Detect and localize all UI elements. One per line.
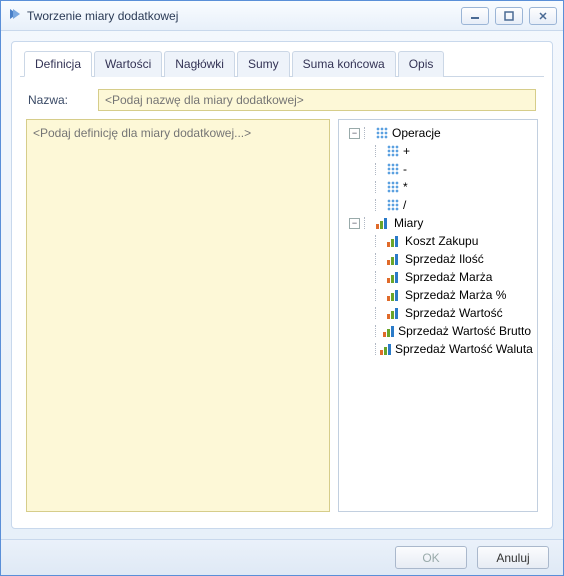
tab-headers[interactable]: Nagłówki bbox=[164, 51, 235, 77]
tab-sums[interactable]: Sumy bbox=[237, 51, 290, 77]
tree-pane[interactable]: − Operacje + - * / − Miary K bbox=[338, 119, 538, 512]
tree-node-op[interactable]: * bbox=[341, 178, 535, 196]
tab-strip: Definicja Wartości Nagłówki Sumy Suma ko… bbox=[20, 50, 544, 77]
tree-node-measure[interactable]: Sprzedaż Marża % bbox=[341, 286, 535, 304]
tree-node-operations[interactable]: − Operacje bbox=[341, 124, 535, 142]
operator-icon bbox=[387, 163, 399, 175]
tree-label: Sprzedaż Wartość bbox=[405, 304, 503, 322]
tree-node-measure[interactable]: Sprzedaż Wartość Waluta bbox=[341, 340, 535, 358]
collapse-icon[interactable]: − bbox=[349, 218, 360, 229]
measure-icon bbox=[387, 307, 401, 319]
tree-label: * bbox=[403, 178, 408, 196]
tab-body: Nazwa: − Operacje + - * / bbox=[20, 77, 544, 518]
close-button[interactable] bbox=[529, 7, 557, 25]
tab-definition[interactable]: Definicja bbox=[24, 51, 92, 77]
dialog-window: Tworzenie miary dodatkowej Definicja War… bbox=[0, 0, 564, 576]
window-title: Tworzenie miary dodatkowej bbox=[27, 9, 461, 23]
definition-textarea[interactable] bbox=[26, 119, 330, 512]
maximize-button[interactable] bbox=[495, 7, 523, 25]
operator-icon bbox=[387, 181, 399, 193]
tree-label: Operacje bbox=[392, 124, 441, 142]
tree-label: Sprzedaż Wartość Brutto bbox=[398, 322, 531, 340]
tree-node-measures[interactable]: − Miary bbox=[341, 214, 535, 232]
minimize-button[interactable] bbox=[461, 7, 489, 25]
split-area: − Operacje + - * / − Miary K bbox=[26, 119, 538, 512]
titlebar: Tworzenie miary dodatkowej bbox=[1, 1, 563, 31]
tree-label: - bbox=[403, 160, 407, 178]
measure-icon bbox=[383, 325, 394, 337]
operator-icon bbox=[387, 199, 399, 211]
tree-node-measure[interactable]: Sprzedaż Wartość bbox=[341, 304, 535, 322]
tree-node-measure[interactable]: Sprzedaż Wartość Brutto bbox=[341, 322, 535, 340]
ok-button[interactable]: OK bbox=[395, 546, 467, 569]
measures-icon bbox=[376, 217, 390, 229]
operator-icon bbox=[387, 145, 399, 157]
tree-label: Sprzedaż Ilość bbox=[405, 250, 484, 268]
tree-node-op[interactable]: + bbox=[341, 142, 535, 160]
measure-icon bbox=[387, 253, 401, 265]
tree-node-op[interactable]: / bbox=[341, 196, 535, 214]
measure-icon bbox=[380, 343, 391, 355]
measure-icon bbox=[387, 235, 401, 247]
tab-final-sum[interactable]: Suma końcowa bbox=[292, 51, 396, 77]
cancel-button[interactable]: Anuluj bbox=[477, 546, 549, 569]
tab-values[interactable]: Wartości bbox=[94, 51, 162, 77]
collapse-icon[interactable]: − bbox=[349, 128, 360, 139]
measure-icon bbox=[387, 289, 401, 301]
name-row: Nazwa: bbox=[26, 89, 538, 111]
measure-icon bbox=[387, 271, 401, 283]
window-controls bbox=[461, 7, 557, 25]
tree-node-measure[interactable]: Sprzedaż Ilość bbox=[341, 250, 535, 268]
tree-label: Koszt Zakupu bbox=[405, 232, 478, 250]
tree-label: + bbox=[403, 142, 410, 160]
content-panel: Definicja Wartości Nagłówki Sumy Suma ko… bbox=[11, 41, 553, 529]
tree-label: / bbox=[403, 196, 406, 214]
name-label: Nazwa: bbox=[28, 93, 88, 107]
name-input[interactable] bbox=[98, 89, 536, 111]
tab-description[interactable]: Opis bbox=[398, 51, 445, 77]
tree-node-measure[interactable]: Sprzedaż Marża bbox=[341, 268, 535, 286]
tree-node-op[interactable]: - bbox=[341, 160, 535, 178]
tree-label: Miary bbox=[394, 214, 423, 232]
tree-label: Sprzedaż Marża % bbox=[405, 286, 506, 304]
button-bar: OK Anuluj bbox=[1, 539, 563, 575]
tree-label: Sprzedaż Marża bbox=[405, 268, 492, 286]
app-icon bbox=[7, 7, 21, 24]
tree-label: Sprzedaż Wartość Waluta bbox=[395, 340, 533, 358]
tree-node-measure[interactable]: Koszt Zakupu bbox=[341, 232, 535, 250]
operations-icon bbox=[376, 127, 388, 139]
